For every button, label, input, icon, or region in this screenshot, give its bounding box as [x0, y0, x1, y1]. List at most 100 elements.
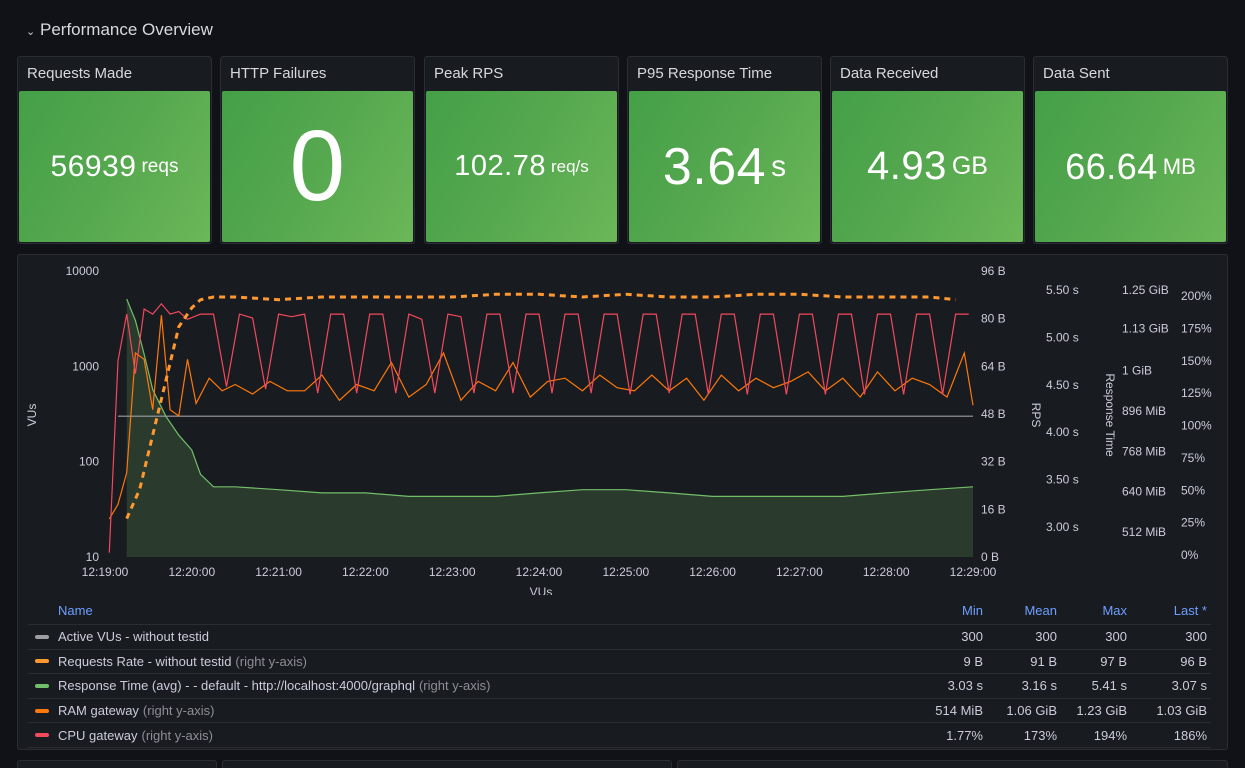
stat-value: 56939 — [50, 149, 137, 183]
legend-table: Name Min Mean Max Last * Active VUs - wi… — [28, 597, 1211, 748]
stat-tile: 56939 reqs — [19, 91, 210, 242]
stat-unit: s — [771, 149, 787, 183]
series-area-response-time — [126, 299, 973, 557]
chevron-down-icon: ⌄ — [26, 25, 36, 38]
stat-tile: 66.64 MB — [1035, 91, 1226, 242]
legend-mean: 3.16 s — [1021, 678, 1057, 694]
legend-max: 1.23 GiB — [1076, 703, 1127, 719]
stat-title: Requests Made — [27, 65, 133, 82]
stat-title: Data Received — [840, 65, 939, 82]
legend-min: 1.77% — [946, 727, 983, 743]
stat-panel-data-sent[interactable]: Data Sent 66.64 MB — [1033, 56, 1228, 244]
legend-row[interactable]: Active VUs - without testid 300 300 300 … — [28, 625, 1211, 650]
next-row-panels — [17, 760, 1228, 768]
stat-tile: 4.93 GB — [832, 91, 1023, 242]
legend-row[interactable]: Requests Rate - without testid (right y-… — [28, 650, 1211, 675]
legend-series-name[interactable]: Requests Rate - without testid (right y-… — [28, 654, 917, 669]
y-tick-label-ram: 1.25 GiB — [1122, 283, 1169, 297]
legend-mean: 91 B — [1030, 653, 1057, 669]
x-tick-label: 12:24:00 — [516, 565, 563, 579]
y-axis-label-rps: RPS — [1029, 403, 1043, 428]
stat-value: 102.78 — [454, 150, 546, 182]
stat-panel-peak-rps[interactable]: Peak RPS 102.78 req/s — [424, 56, 619, 244]
legend-series-label: Requests Rate - without testid — [58, 653, 232, 669]
stat-value: 4.93 — [867, 144, 947, 188]
y-tick-label-cpu: 125% — [1181, 386, 1212, 400]
legend-mean: 1.06 GiB — [1006, 703, 1057, 719]
y-tick-label-ram: 896 MiB — [1122, 404, 1166, 418]
legend-series-name[interactable]: Response Time (avg) - - default - http:/… — [28, 678, 917, 693]
legend-row[interactable]: Response Time (avg) - - default - http:/… — [28, 674, 1211, 699]
legend-axis-suffix: (right y-axis) — [418, 678, 491, 694]
y-tick-label-resp: 4.50 s — [1046, 378, 1079, 392]
stat-value: 3.64 — [662, 137, 767, 196]
legend-min: 300 — [961, 629, 983, 645]
series-color-swatch — [35, 634, 49, 639]
x-tick-label: 12:26:00 — [689, 565, 736, 579]
series-line-response-time — [126, 298, 974, 497]
legend-series-name[interactable]: CPU gateway (right y-axis) — [28, 728, 917, 743]
legend-row[interactable]: CPU gateway (right y-axis) 1.77% 173% 19… — [28, 723, 1211, 748]
stat-panel-p95-response-time[interactable]: P95 Response Time 3.64 s — [627, 56, 822, 244]
legend-last: 96 B — [1180, 653, 1207, 669]
row-title: Performance Overview — [40, 20, 213, 39]
stat-value: 66.64 — [1065, 145, 1158, 187]
y-tick-label-ram: 768 MiB — [1122, 444, 1166, 458]
legend-min: 514 MiB — [935, 703, 983, 719]
legend-series-name[interactable]: RAM gateway (right y-axis) — [28, 703, 917, 718]
legend-last: 3.07 s — [1171, 678, 1207, 694]
stat-unit: reqs — [141, 155, 179, 177]
legend-series-label: RAM gateway — [58, 703, 139, 719]
stat-title: Data Sent — [1043, 65, 1110, 82]
stat-value: 0 — [289, 110, 346, 222]
y-tick-label-ram: 1.13 GiB — [1122, 322, 1169, 336]
y-tick-label-left: 100 — [79, 455, 99, 469]
y-tick-label-rps: 16 B — [981, 502, 1006, 516]
x-tick-label: 12:23:00 — [429, 565, 476, 579]
legend-axis-suffix: (right y-axis) — [142, 703, 215, 719]
legend-mean: 300 — [1035, 629, 1057, 645]
legend-col-name[interactable]: Name — [28, 603, 917, 618]
stat-title: P95 Response Time — [637, 65, 773, 82]
series-color-swatch — [35, 733, 49, 738]
legend-series-label: Response Time (avg) - - default - http:/… — [58, 678, 415, 694]
y-tick-label-cpu: 0% — [1181, 548, 1199, 562]
legend-axis-suffix: (right y-axis) — [141, 727, 213, 743]
legend-col-mean[interactable]: Mean — [987, 603, 1061, 618]
y-tick-label-rps: 32 B — [981, 455, 1006, 469]
y-tick-label-left: 10 — [86, 550, 100, 564]
y-tick-label-cpu: 175% — [1181, 321, 1212, 335]
legend-col-last[interactable]: Last * — [1131, 603, 1211, 618]
stat-panel-http-failures[interactable]: HTTP Failures 0 — [220, 56, 415, 244]
chart-svg[interactable]: 10 100 1000 10000 VUs 12:19:00 12:20:00 12:21:0… — [18, 255, 1229, 599]
legend-header: Name Min Mean Max Last * — [28, 597, 1211, 625]
legend-axis-suffix: (right y-axis) — [235, 653, 307, 669]
series-color-swatch — [35, 683, 49, 688]
legend-last: 300 — [1185, 629, 1207, 645]
legend-row[interactable]: RAM gateway (right y-axis) 514 MiB 1.06 … — [28, 699, 1211, 724]
y-tick-label-rps: 0 B — [981, 550, 999, 564]
legend-col-min[interactable]: Min — [917, 603, 987, 618]
series-color-swatch — [35, 708, 49, 713]
y-tick-label-left: 10000 — [66, 264, 100, 278]
stat-panel-data-received[interactable]: Data Received 4.93 GB — [830, 56, 1025, 244]
x-tick-label: 12:25:00 — [602, 565, 649, 579]
x-tick-label: 12:21:00 — [255, 565, 302, 579]
y-tick-label-ram: 1 GiB — [1122, 364, 1152, 378]
timeseries-panel: 10 100 1000 10000 VUs 12:19:00 12:20:00 12:21:0… — [17, 254, 1228, 750]
x-tick-label: 12:27:00 — [776, 565, 823, 579]
legend-series-name[interactable]: Active VUs - without testid — [28, 629, 917, 644]
legend-last: 1.03 GiB — [1156, 703, 1207, 719]
legend-series-label: CPU gateway — [58, 727, 138, 743]
row-header-performance-overview[interactable]: ⌄ Performance Overview — [26, 20, 213, 40]
series-color-swatch — [35, 659, 49, 664]
x-axis-label: VUs — [530, 585, 553, 595]
y-tick-label-resp: 5.00 s — [1046, 330, 1079, 344]
legend-max: 97 B — [1100, 653, 1127, 669]
y-tick-label-cpu: 25% — [1181, 516, 1205, 530]
y-tick-label-left: 1000 — [72, 359, 99, 373]
legend-max: 300 — [1105, 629, 1127, 645]
y-tick-label-resp: 5.50 s — [1046, 283, 1079, 297]
legend-col-max[interactable]: Max — [1061, 603, 1131, 618]
stat-panel-requests-made[interactable]: Requests Made 56939 reqs — [17, 56, 212, 244]
